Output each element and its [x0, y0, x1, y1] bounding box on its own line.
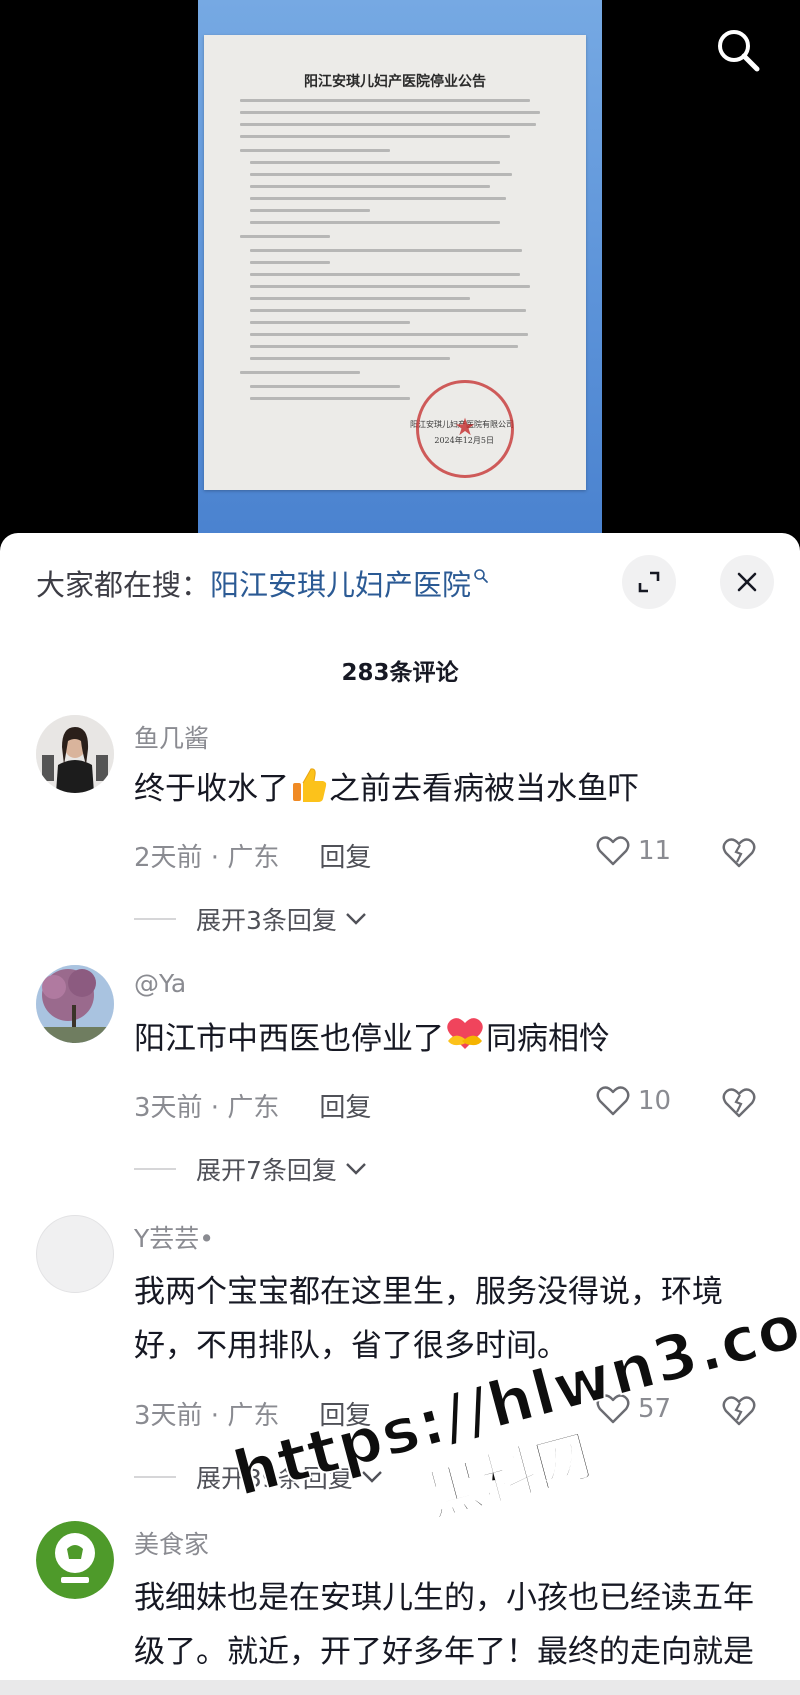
- comment-time-location: 3天前 · 广东: [134, 1401, 280, 1431]
- trending-search-prefix: 大家都在搜：: [36, 568, 211, 602]
- comment-meta: 2天前 · 广东 回复: [134, 837, 371, 874]
- dislike-heart-icon: [722, 838, 756, 868]
- comment-username[interactable]: 美食家: [134, 1525, 209, 1561]
- search-icon: [718, 30, 760, 72]
- dislike-button[interactable]: [722, 1087, 756, 1123]
- avatar[interactable]: [36, 715, 114, 793]
- notice-text-line: [250, 385, 400, 388]
- notice-text-line: [240, 371, 360, 374]
- expand-replies-button[interactable]: 展开3条回复: [134, 901, 367, 937]
- expand-replies-label: 展开7条回复: [196, 1156, 337, 1185]
- notice-text-line: [250, 161, 500, 164]
- search-button[interactable]: [712, 24, 764, 76]
- notice-text-line: [250, 249, 522, 252]
- expand-icon: [638, 571, 660, 593]
- dislike-heart-icon: [722, 1088, 756, 1118]
- dislike-button[interactable]: [722, 837, 756, 873]
- notice-text-line: [240, 135, 510, 138]
- divider: [134, 1168, 176, 1170]
- notice-text-line: [250, 221, 500, 224]
- thumbs-up-emoji-icon: [293, 768, 327, 802]
- reply-button[interactable]: 回复: [319, 837, 371, 874]
- comment-text-part: 阳江市中西医也停业了: [134, 1021, 444, 1057]
- comment-text: 我细妹也是在安琪儿生的，小孩也已经读五年级了。就近，开了好多年了！最终的走向就是…: [134, 1580, 754, 1695]
- close-icon: [737, 572, 757, 592]
- close-panel-button[interactable]: [720, 555, 774, 609]
- notice-text-line: [250, 209, 370, 212]
- notice-text-line: [250, 261, 330, 264]
- avatar-image: [36, 715, 114, 793]
- chevron-down-icon: [346, 1163, 366, 1175]
- notice-text-line: [250, 285, 530, 288]
- avatar-image: [36, 965, 114, 1043]
- like-button[interactable]: 11: [596, 835, 671, 867]
- avatar[interactable]: [36, 1215, 114, 1293]
- comment-time-location: 3天前 · 广东: [134, 1093, 280, 1123]
- like-count: 11: [638, 836, 672, 866]
- comment-text-part: 之前去看病被当水鱼吓: [329, 771, 639, 807]
- notice-text-line: [250, 297, 470, 300]
- notice-document: 阳江安琪儿妇产医院停业公告 阳江安琪儿妇产医院有限公司 2024年12月5日 ★: [204, 35, 586, 490]
- avatar[interactable]: [36, 965, 114, 1043]
- comment-text: 阳江市中西医也停业了 同病相怜: [134, 1015, 754, 1063]
- notice-text-line: [240, 235, 330, 238]
- notice-text-line: [240, 111, 540, 114]
- heart-hands-emoji-icon: [447, 1018, 483, 1049]
- notice-text-line: [250, 357, 450, 360]
- notice-text-line: [240, 99, 530, 102]
- chevron-down-icon: [346, 913, 366, 925]
- notice-text-line: [250, 321, 410, 324]
- notice-text-line: [240, 123, 536, 126]
- comment-meta: 3天前 · 广东 回复: [134, 1087, 371, 1124]
- notice-title: 阳江安琪儿妇产医院停业公告: [304, 74, 486, 90]
- notice-text-line: [250, 333, 528, 336]
- comment-username[interactable]: 鱼几酱: [134, 719, 209, 755]
- notice-text-line: [250, 397, 410, 400]
- comment-text: 终于收水了 之前去看病被当水鱼吓: [134, 765, 754, 813]
- trending-search[interactable]: 大家都在搜： 阳江安琪儿妇产医院: [36, 561, 489, 605]
- heart-icon: [596, 1086, 630, 1116]
- trending-search-keyword[interactable]: 阳江安琪儿妇产医院: [210, 562, 471, 604]
- divider: [134, 1476, 176, 1478]
- notice-text-line: [240, 149, 390, 152]
- comment-text-part: 终于收水了: [134, 771, 289, 807]
- comment-count: 283条评论: [341, 660, 459, 686]
- notice-text-line: [250, 185, 490, 188]
- avatar-image: [36, 1521, 114, 1599]
- notice-text-line: [250, 173, 512, 176]
- search-icon: [474, 569, 488, 583]
- like-button[interactable]: 10: [596, 1085, 671, 1117]
- comment-time-location: 2天前 · 广东: [134, 843, 280, 873]
- expand-replies-button[interactable]: 展开7条回复: [134, 1151, 367, 1187]
- like-count: 10: [638, 1086, 672, 1116]
- comment-username[interactable]: Y芸芸•: [134, 1219, 214, 1255]
- notice-text-line: [250, 273, 520, 276]
- notice-text-line: [250, 345, 518, 348]
- comment-username[interactable]: @Ya: [134, 969, 186, 998]
- comment-text-part: 同病相怜: [486, 1021, 610, 1057]
- divider: [134, 918, 176, 920]
- bottom-edge: [0, 1680, 800, 1695]
- expand-replies-label: 展开3条回复: [196, 906, 337, 935]
- notice-text-line: [250, 309, 526, 312]
- avatar[interactable]: [36, 1521, 114, 1599]
- company-seal: ★: [416, 380, 514, 478]
- heart-icon: [596, 836, 630, 866]
- video-player[interactable]: 阳江安琪儿妇产医院停业公告 阳江安琪儿妇产医院有限公司 2024年12月5日 ★: [0, 0, 800, 540]
- reply-button[interactable]: 回复: [319, 1087, 371, 1124]
- expand-panel-button[interactable]: [622, 555, 676, 609]
- notice-text-line: [250, 197, 506, 200]
